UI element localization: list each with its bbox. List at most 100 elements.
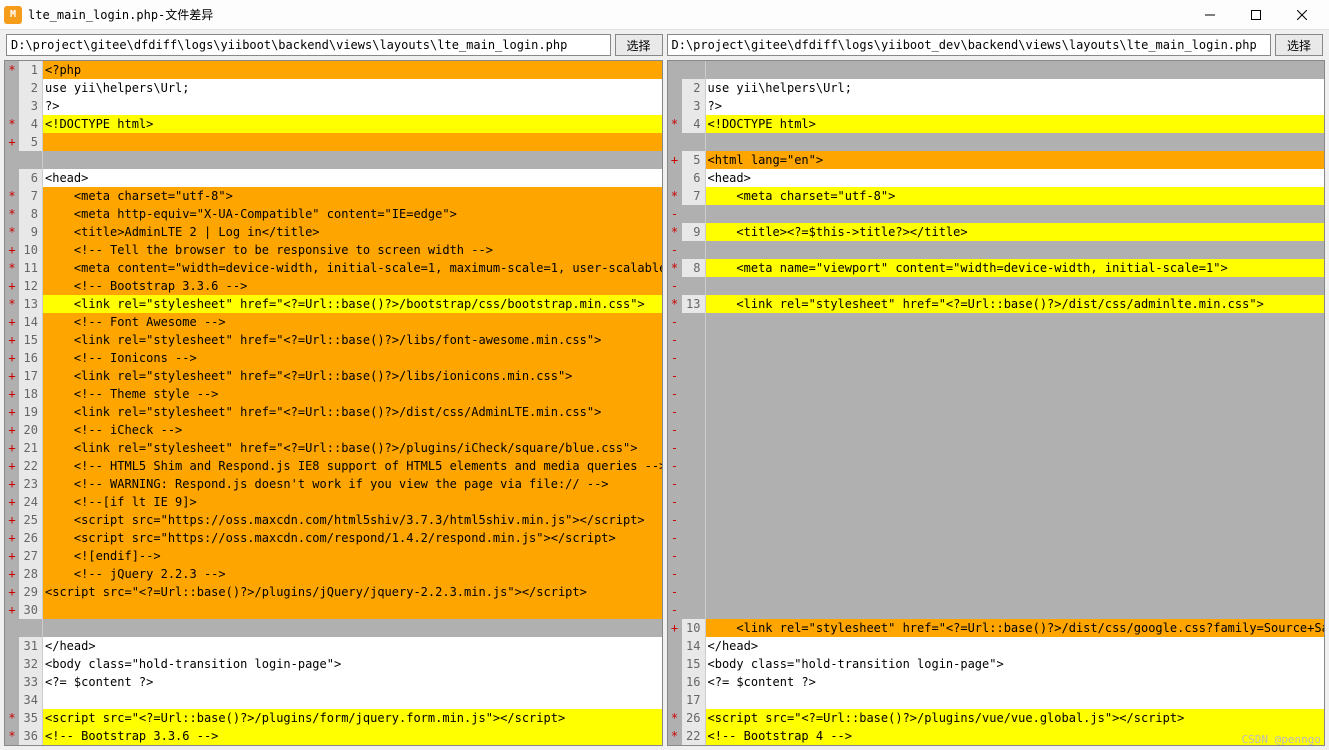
diff-line[interactable]: - xyxy=(668,493,1325,511)
diff-line[interactable]: +15 <link rel="stylesheet" href="<?=Url:… xyxy=(5,331,662,349)
diff-line[interactable]: - xyxy=(668,565,1325,583)
diff-line[interactable]: +28 <!-- jQuery 2.2.3 --> xyxy=(5,565,662,583)
diff-line[interactable]: *13 <link rel="stylesheet" href="<?=Url:… xyxy=(5,295,662,313)
diff-line[interactable]: +20 <!-- iCheck --> xyxy=(5,421,662,439)
diff-line[interactable]: *13 <link rel="stylesheet" href="<?=Url:… xyxy=(668,295,1325,313)
diff-line[interactable]: +12 <!-- Bootstrap 3.3.6 --> xyxy=(5,277,662,295)
diff-line[interactable]: +5<html lang="en"> xyxy=(668,151,1325,169)
right-select-button[interactable]: 选择 xyxy=(1275,34,1323,56)
diff-line[interactable] xyxy=(5,151,662,169)
diff-line[interactable]: 2use yii\helpers\Url; xyxy=(5,79,662,97)
path-row: 选择 选择 xyxy=(0,30,1329,60)
diff-line[interactable]: - xyxy=(668,205,1325,223)
diff-line[interactable]: - xyxy=(668,439,1325,457)
diff-line[interactable]: *7 <meta charset="utf-8"> xyxy=(668,187,1325,205)
diff-line[interactable]: *4<!DOCTYPE html> xyxy=(668,115,1325,133)
diff-line[interactable] xyxy=(5,619,662,637)
diff-line[interactable] xyxy=(668,61,1325,79)
diff-line[interactable]: 16<?= $content ?> xyxy=(668,673,1325,691)
diff-line[interactable]: *9 <title><?=$this->title?></title> xyxy=(668,223,1325,241)
code-text: <meta charset="utf-8"> xyxy=(706,187,1325,205)
diff-line[interactable]: *8 <meta http-equiv="X-UA-Compatible" co… xyxy=(5,205,662,223)
diff-line[interactable] xyxy=(668,133,1325,151)
line-number: 21 xyxy=(19,439,43,457)
diff-line[interactable]: 2use yii\helpers\Url; xyxy=(668,79,1325,97)
maximize-button[interactable] xyxy=(1233,0,1279,30)
diff-line[interactable]: +14 <!-- Font Awesome --> xyxy=(5,313,662,331)
diff-line[interactable]: +17 <link rel="stylesheet" href="<?=Url:… xyxy=(5,367,662,385)
diff-line[interactable]: +25 <script src="https://oss.maxcdn.com/… xyxy=(5,511,662,529)
diff-line[interactable]: 32<body class="hold-transition login-pag… xyxy=(5,655,662,673)
diff-line[interactable]: - xyxy=(668,331,1325,349)
line-number: 24 xyxy=(19,493,43,511)
diff-line[interactable]: - xyxy=(668,277,1325,295)
diff-line[interactable]: 14</head> xyxy=(668,637,1325,655)
diff-line[interactable]: - xyxy=(668,547,1325,565)
diff-line[interactable]: 31</head> xyxy=(5,637,662,655)
diff-line[interactable]: - xyxy=(668,601,1325,619)
diff-line[interactable]: - xyxy=(668,313,1325,331)
diff-line[interactable]: *36<!-- Bootstrap 3.3.6 --> xyxy=(5,727,662,745)
diff-line[interactable]: - xyxy=(668,583,1325,601)
close-button[interactable] xyxy=(1279,0,1325,30)
diff-line[interactable]: 15<body class="hold-transition login-pag… xyxy=(668,655,1325,673)
code-text xyxy=(706,565,1325,583)
left-select-button[interactable]: 选择 xyxy=(615,34,663,56)
line-number: 28 xyxy=(19,565,43,583)
diff-line[interactable]: *8 <meta name="viewport" content="width=… xyxy=(668,259,1325,277)
diff-line[interactable]: +19 <link rel="stylesheet" href="<?=Url:… xyxy=(5,403,662,421)
diff-line[interactable]: +30 xyxy=(5,601,662,619)
diff-line[interactable]: - xyxy=(668,385,1325,403)
diff-line[interactable]: +29<script src="<?=Url::base()?>/plugins… xyxy=(5,583,662,601)
diff-line[interactable]: +5 xyxy=(5,133,662,151)
diff-marker: - xyxy=(668,601,682,619)
diff-line[interactable]: +16 <!-- Ionicons --> xyxy=(5,349,662,367)
diff-line[interactable]: - xyxy=(668,457,1325,475)
diff-line[interactable]: *1<?php xyxy=(5,61,662,79)
right-pane[interactable]: 2use yii\helpers\Url;3?>*4<!DOCTYPE html… xyxy=(667,60,1326,746)
diff-line[interactable]: 6<head> xyxy=(668,169,1325,187)
left-path-input[interactable] xyxy=(6,34,611,56)
diff-line[interactable]: +26 <script src="https://oss.maxcdn.com/… xyxy=(5,529,662,547)
diff-line[interactable]: +27 <![endif]--> xyxy=(5,547,662,565)
diff-line[interactable]: +22 <!-- HTML5 Shim and Respond.js IE8 s… xyxy=(5,457,662,475)
diff-line[interactable]: *7 <meta charset="utf-8"> xyxy=(5,187,662,205)
line-number: 20 xyxy=(19,421,43,439)
diff-line[interactable]: - xyxy=(668,241,1325,259)
diff-line[interactable]: - xyxy=(668,421,1325,439)
code-text: <head> xyxy=(43,169,662,187)
diff-line[interactable]: *11 <meta content="width=device-width, i… xyxy=(5,259,662,277)
diff-line[interactable]: +10 <!-- Tell the browser to be responsi… xyxy=(5,241,662,259)
diff-line[interactable]: +10 <link rel="stylesheet" href="<?=Url:… xyxy=(668,619,1325,637)
diff-line[interactable]: *35<script src="<?=Url::base()?>/plugins… xyxy=(5,709,662,727)
diff-line[interactable]: - xyxy=(668,475,1325,493)
diff-line[interactable]: - xyxy=(668,529,1325,547)
diff-line[interactable]: 6<head> xyxy=(5,169,662,187)
line-number xyxy=(19,151,43,169)
diff-line[interactable]: 33<?= $content ?> xyxy=(5,673,662,691)
diff-line[interactable]: +23 <!-- WARNING: Respond.js doesn't wor… xyxy=(5,475,662,493)
diff-line[interactable]: +24 <!--[if lt IE 9]> xyxy=(5,493,662,511)
minimize-button[interactable] xyxy=(1187,0,1233,30)
diff-marker xyxy=(668,691,682,709)
diff-line[interactable]: *4<!DOCTYPE html> xyxy=(5,115,662,133)
diff-line[interactable]: +21 <link rel="stylesheet" href="<?=Url:… xyxy=(5,439,662,457)
diff-line[interactable]: - xyxy=(668,511,1325,529)
diff-line[interactable]: 34 xyxy=(5,691,662,709)
diff-line[interactable]: *22<!-- Bootstrap 4 --> xyxy=(668,727,1325,745)
diff-line[interactable]: - xyxy=(668,403,1325,421)
diff-line[interactable]: *26<script src="<?=Url::base()?>/plugins… xyxy=(668,709,1325,727)
diff-line[interactable]: 17 xyxy=(668,691,1325,709)
code-text: <!-- Theme style --> xyxy=(43,385,662,403)
diff-line[interactable]: 3?> xyxy=(668,97,1325,115)
line-number: 35 xyxy=(19,709,43,727)
diff-line[interactable]: - xyxy=(668,367,1325,385)
diff-line[interactable]: *9 <title>AdminLTE 2 | Log in</title> xyxy=(5,223,662,241)
right-path-input[interactable] xyxy=(667,34,1272,56)
diff-line[interactable]: - xyxy=(668,349,1325,367)
code-text: <?= $content ?> xyxy=(43,673,662,691)
left-pane[interactable]: *1<?php2use yii\helpers\Url;3?>*4<!DOCTY… xyxy=(4,60,663,746)
diff-line[interactable]: +18 <!-- Theme style --> xyxy=(5,385,662,403)
diff-marker: + xyxy=(5,421,19,439)
diff-line[interactable]: 3?> xyxy=(5,97,662,115)
